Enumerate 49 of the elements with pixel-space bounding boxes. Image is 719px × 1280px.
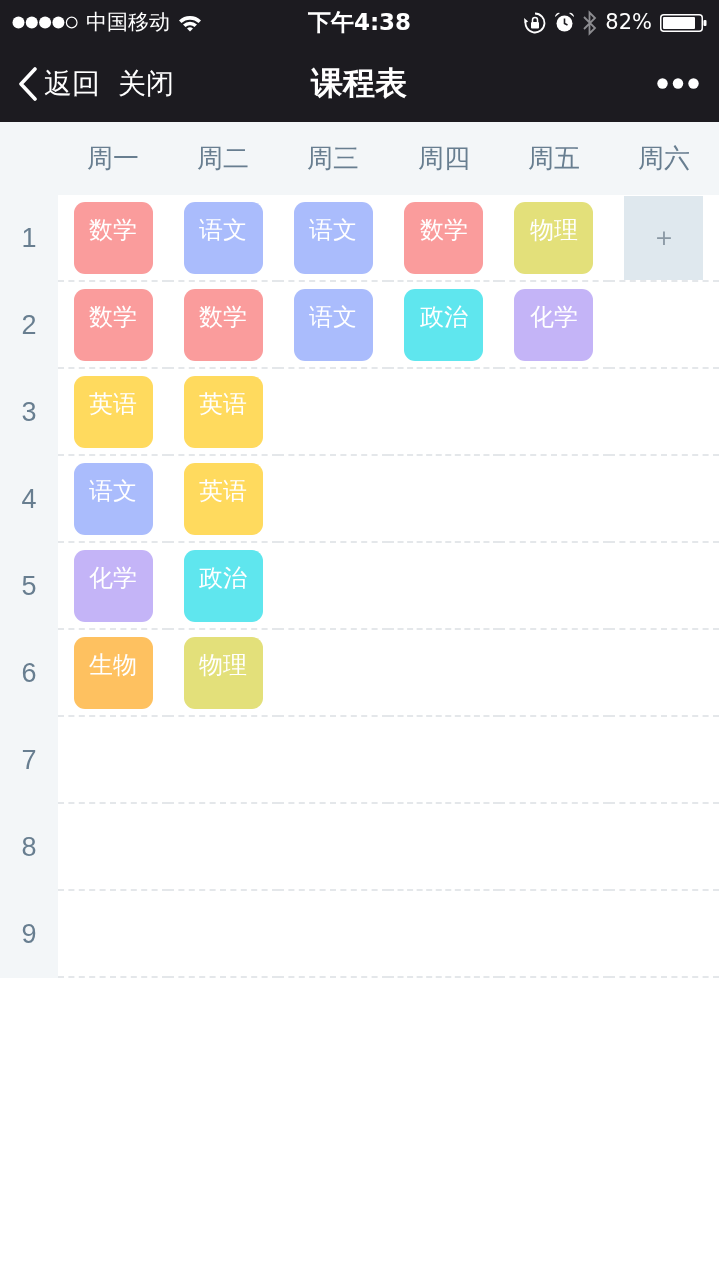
weekday-label: 周四 — [417, 142, 470, 175]
period-number: 9 — [21, 918, 37, 951]
wifi-icon — [178, 13, 202, 32]
period-number: 5 — [21, 570, 37, 603]
battery-percentage: 82% — [605, 12, 652, 33]
course-card[interactable]: 政治 — [183, 550, 263, 622]
rotation-lock-icon — [524, 11, 547, 34]
course-card[interactable]: 政治 — [404, 289, 484, 361]
status-time: 下午4:38 — [307, 11, 412, 34]
signal-strength-icon — [12, 16, 78, 29]
period-number: 3 — [21, 396, 37, 429]
course-card[interactable]: 数学 — [183, 289, 263, 361]
course-card[interactable]: 数学 — [73, 289, 153, 361]
weekday-label: 周三 — [307, 142, 360, 175]
bluetooth-icon — [583, 9, 598, 36]
battery-icon — [660, 13, 707, 32]
course-card[interactable]: 英语 — [183, 463, 263, 535]
chevron-left-icon — [18, 66, 38, 101]
course-card[interactable]: 生物 — [73, 637, 153, 709]
course-card[interactable]: 英语 — [73, 376, 153, 448]
close-button[interactable]: 关闭 — [118, 66, 174, 101]
course-card[interactable]: 语文 — [293, 289, 373, 361]
carrier-name: 中国移动 — [86, 12, 170, 33]
period-number: 8 — [21, 831, 37, 864]
add-course-button[interactable]: + — [624, 196, 704, 280]
course-card[interactable]: 语文 — [73, 463, 153, 535]
period-number: 2 — [21, 309, 37, 342]
more-button[interactable] — [657, 78, 699, 89]
course-card[interactable]: 语文 — [293, 202, 373, 274]
course-card[interactable]: 物理 — [183, 637, 263, 709]
page-title: 课程表 — [310, 64, 407, 103]
weekday-label: 周六 — [637, 142, 690, 175]
period-number: 4 — [21, 483, 37, 516]
course-card[interactable]: 物理 — [514, 202, 594, 274]
course-card[interactable]: 化学 — [73, 550, 153, 622]
course-card[interactable]: 化学 — [514, 289, 594, 361]
course-card[interactable]: 数学 — [73, 202, 153, 274]
back-button[interactable]: 返回 — [18, 66, 100, 101]
alarm-clock-icon — [554, 12, 576, 33]
weekday-label: 周五 — [527, 142, 580, 175]
weekday-label: 周一 — [87, 142, 140, 175]
period-number: 7 — [21, 744, 37, 777]
weekday-label: 周二 — [197, 142, 250, 175]
course-card[interactable]: 英语 — [183, 376, 263, 448]
period-number: 1 — [21, 222, 37, 255]
course-card[interactable]: 数学 — [404, 202, 484, 274]
course-card[interactable]: 语文 — [183, 202, 263, 274]
period-number: 6 — [21, 657, 37, 690]
more-icon — [657, 78, 699, 89]
